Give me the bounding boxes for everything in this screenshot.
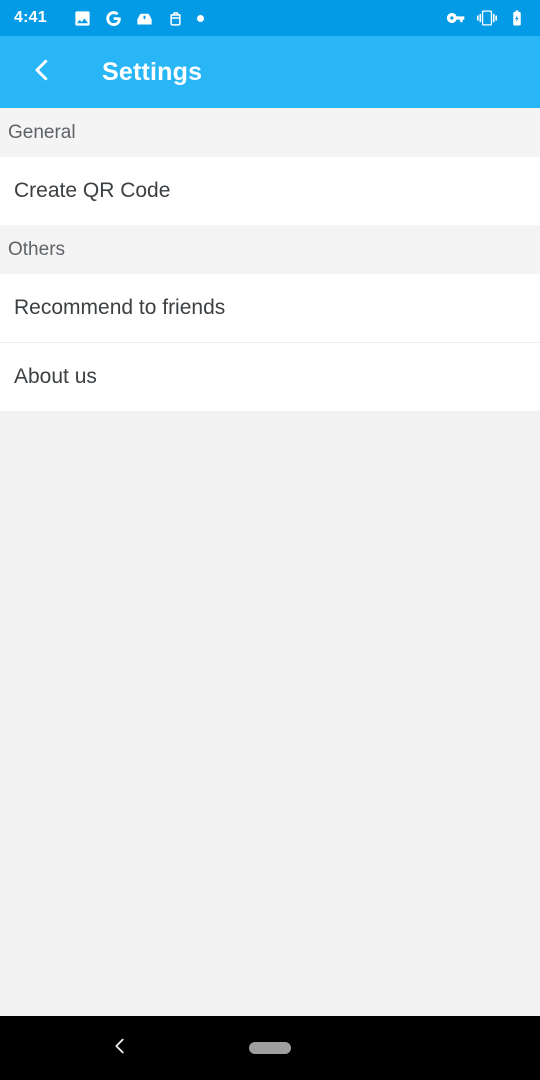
vpn-key-icon xyxy=(446,8,466,28)
app-bar-back-button[interactable] xyxy=(22,52,62,92)
drive-save-icon xyxy=(135,9,154,28)
list-item-recommend-to-friends[interactable]: Recommend to friends xyxy=(0,274,540,342)
system-navigation-bar xyxy=(0,1016,540,1080)
app-bar: Settings xyxy=(0,36,540,108)
list-item-label: About us xyxy=(14,365,97,388)
system-home-handle[interactable] xyxy=(249,1042,291,1054)
page-title: Settings xyxy=(102,57,203,86)
section-header-others: Others xyxy=(0,225,540,274)
notification-dot-icon xyxy=(196,14,204,22)
chevron-left-icon xyxy=(27,55,57,90)
google-g-icon xyxy=(104,9,123,28)
battery-charging-icon xyxy=(508,9,526,27)
section-group-general: Create QR Code xyxy=(0,157,540,225)
vibrate-icon xyxy=(477,8,497,28)
status-bar-clock: 4:41 xyxy=(14,9,47,26)
list-item-label: Recommend to friends xyxy=(14,296,226,319)
settings-list: General Create QR Code Others Recommend … xyxy=(0,108,540,1016)
section-header-general: General xyxy=(0,108,540,157)
list-item-create-qr-code[interactable]: Create QR Code xyxy=(0,157,540,225)
clipboard-outline-icon xyxy=(166,9,185,28)
status-bar: 4:41 xyxy=(0,0,540,36)
list-item-label: Create QR Code xyxy=(14,179,171,202)
photo-image-icon xyxy=(73,9,92,28)
system-back-button[interactable] xyxy=(96,1024,144,1072)
status-bar-right-group xyxy=(446,8,526,28)
list-item-about-us[interactable]: About us xyxy=(0,343,540,411)
status-bar-left-group: 4:41 xyxy=(14,9,446,28)
chevron-left-icon xyxy=(109,1035,131,1062)
section-group-others: Recommend to friends About us xyxy=(0,274,540,411)
